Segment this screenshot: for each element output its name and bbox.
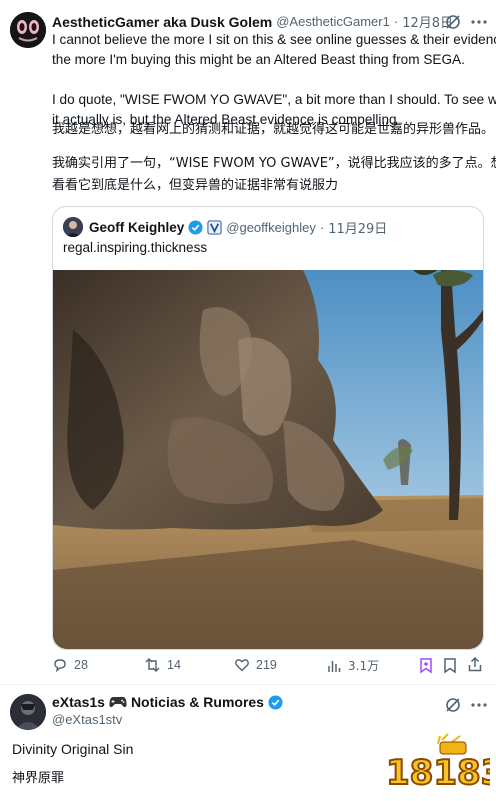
text-line: 我越是想想，越看网上的猜测和证据，就越觉得这可能是世嘉的异形兽作品。: [52, 122, 495, 137]
grok-icon[interactable]: [444, 13, 462, 31]
avatar-image: [10, 12, 46, 48]
text-line: I do quote, "WISE FWOM YO GWAVE", a bit …: [52, 92, 496, 107]
quote-text: regal.inspiring.thickness: [63, 240, 208, 255]
separator: ·: [393, 14, 399, 29]
tweet-text-zh: 我越是想想，越看网上的猜测和证据，就越觉得这可能是世嘉的异形兽作品。 我确实引用…: [52, 119, 496, 197]
bookmark-button[interactable]: [418, 657, 434, 674]
more-options-icon[interactable]: [470, 13, 488, 31]
bookmark-save-button[interactable]: [443, 657, 457, 674]
share-icon: [467, 656, 483, 673]
text-line: the more I'm buying this might be an Alt…: [52, 52, 465, 67]
author-handle[interactable]: @AestheticGamer1: [276, 14, 390, 29]
like-count: 219: [256, 658, 277, 672]
gamepad-icon: [109, 695, 127, 709]
watermark-text: 18183: [386, 753, 490, 793]
reply-button[interactable]: 28: [52, 657, 88, 673]
author-name[interactable]: eXtas1s: [52, 694, 105, 710]
bookmark-icon: [418, 657, 434, 674]
retweet-icon: [144, 657, 161, 673]
avatar-image: [10, 694, 46, 730]
share-button[interactable]: [467, 656, 483, 673]
heart-icon: [234, 657, 250, 673]
text-line: I cannot believe the more I sit on this …: [52, 32, 496, 47]
text-line: 我确实引用了一句，“WISE FWOM YO GWAVE”，说得比我应该的多了点…: [52, 156, 496, 171]
tweet-text-en: Divinity Original Sin: [12, 741, 134, 757]
quote-avatar[interactable]: [63, 217, 83, 237]
reply-icon: [52, 657, 68, 673]
text-line: 看看它到底是什么，但变异兽的证据非常有说服力: [52, 178, 339, 193]
author-name[interactable]: AestheticGamer aka Dusk Golem: [52, 14, 272, 30]
avatar[interactable]: [10, 12, 46, 48]
avatar[interactable]: [10, 694, 46, 730]
views-chart-icon: [326, 658, 342, 674]
more-options-icon[interactable]: [470, 696, 488, 714]
bookmark-outline-icon: [443, 657, 457, 674]
site-watermark-logo: 18183: [382, 732, 490, 794]
reply-count: 28: [74, 658, 88, 672]
verified-badge-icon: [188, 220, 203, 235]
verified-badge-icon: [268, 694, 283, 710]
quote-media-image[interactable]: [53, 270, 483, 649]
views-count: 3.1万: [348, 659, 380, 673]
quote-author-handle[interactable]: @geoffkeighley: [226, 220, 316, 235]
retweet-count: 14: [167, 658, 181, 672]
affiliation-badge-icon: [207, 220, 222, 235]
author-name-suffix[interactable]: Noticias & Rumores: [131, 694, 264, 710]
tweet-text-en: I cannot believe the more I sit on this …: [52, 30, 496, 130]
quoted-tweet[interactable]: Geoff Keighley @geoffkeighley · 11月29日 r…: [52, 206, 484, 650]
views-button[interactable]: 3.1万: [326, 657, 379, 674]
like-button[interactable]: 219: [234, 657, 277, 673]
quote-author-name[interactable]: Geoff Keighley: [89, 220, 184, 235]
separator: ·: [319, 220, 325, 235]
grok-icon[interactable]: [444, 696, 462, 714]
divider: [0, 684, 496, 685]
quote-date[interactable]: 11月29日: [328, 218, 387, 237]
author-handle[interactable]: @eXtas1stv: [52, 712, 122, 727]
retweet-button[interactable]: 14: [144, 657, 181, 673]
tweet-text-zh: 神界原罪: [12, 771, 65, 786]
